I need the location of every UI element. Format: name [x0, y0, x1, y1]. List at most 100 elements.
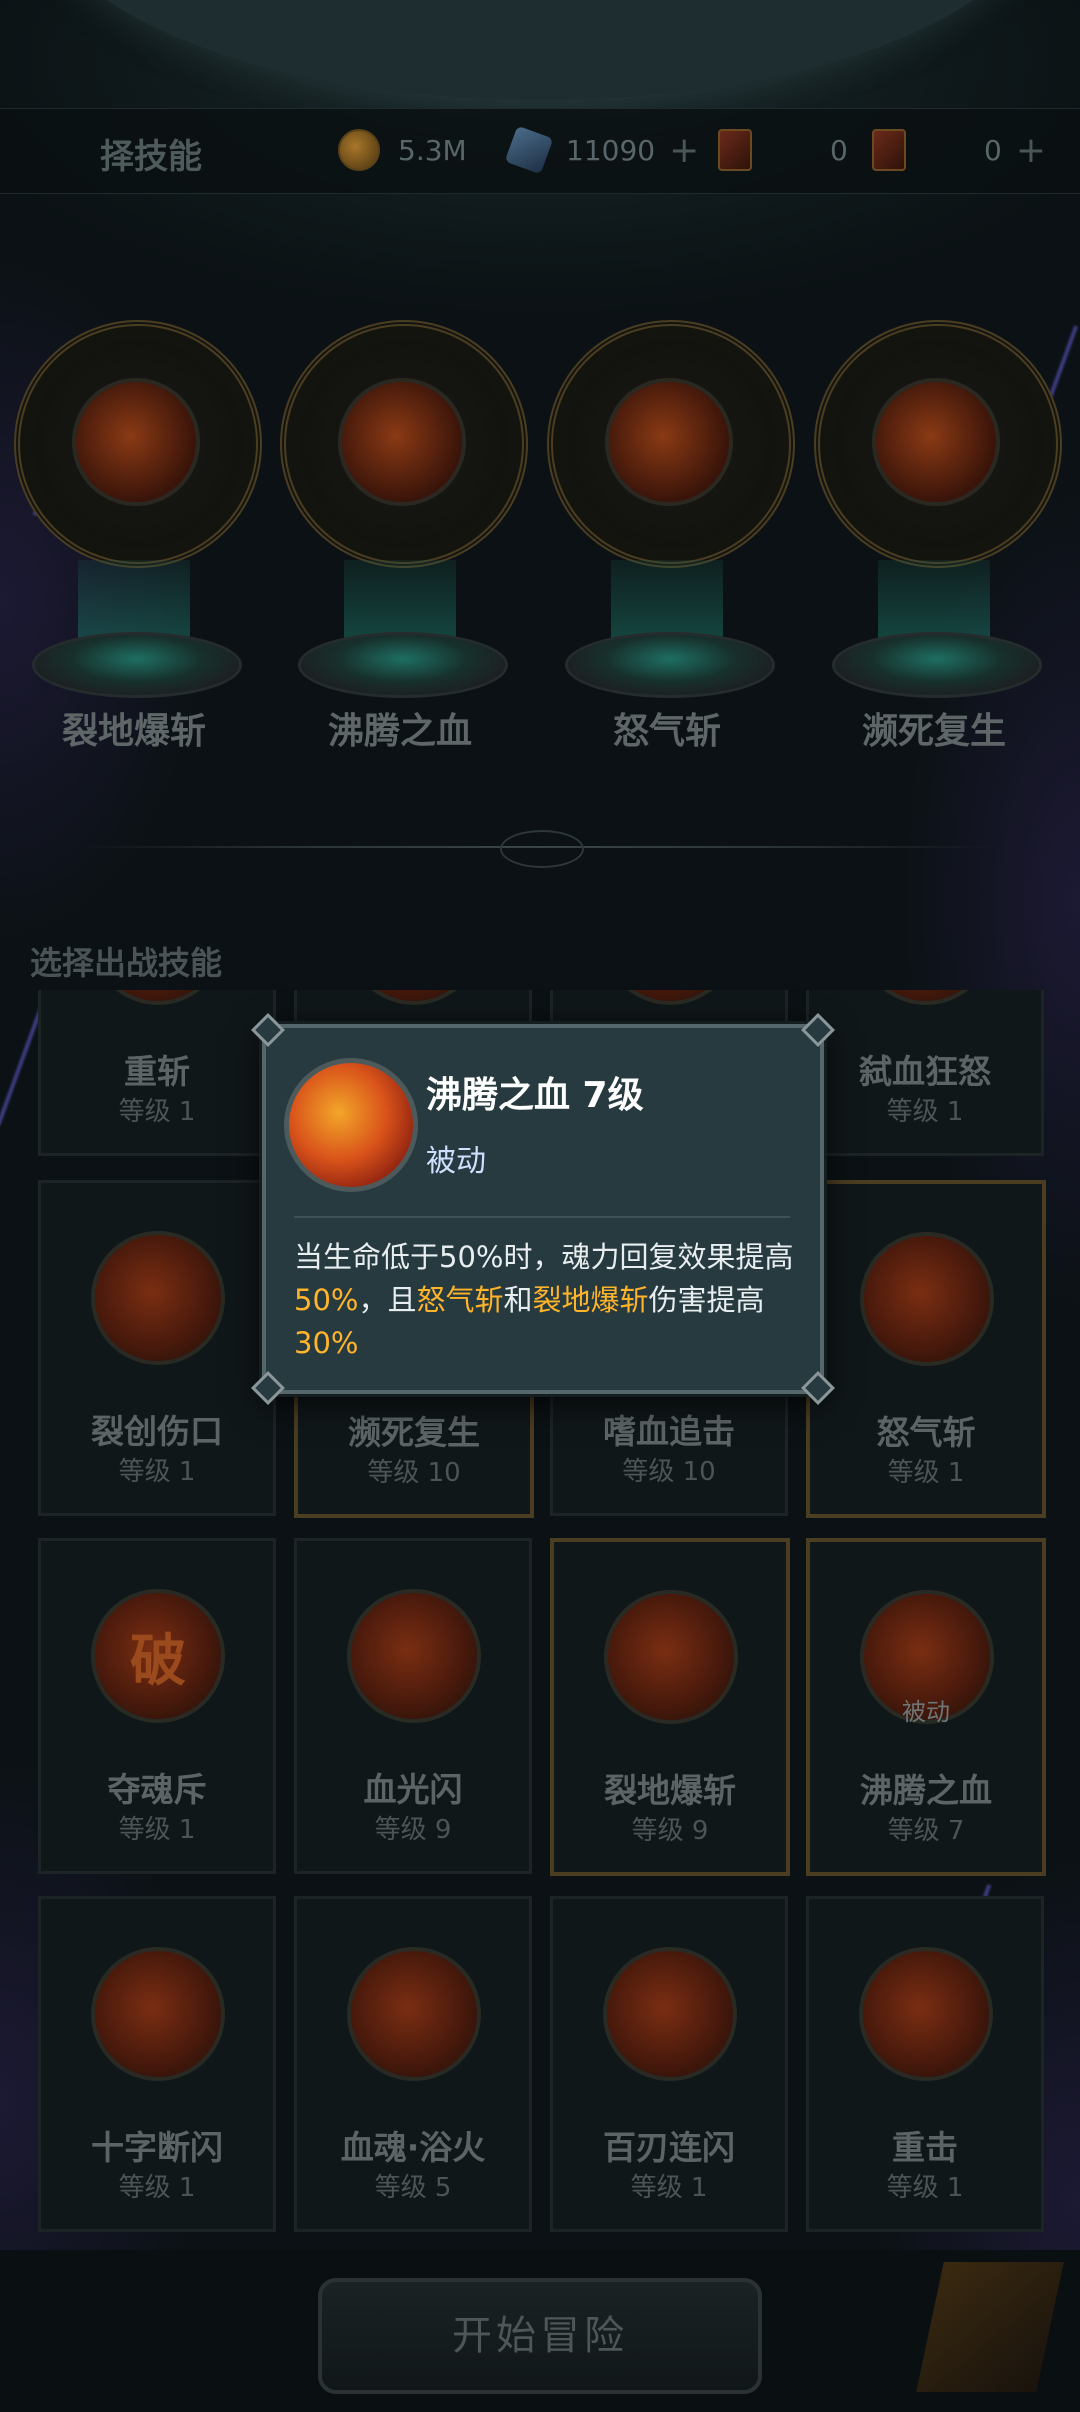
desc-text: 伤害提高: [648, 1283, 765, 1317]
skill-level: 等级 1: [118, 1815, 196, 1845]
skill-level: 等级 1: [118, 1097, 196, 1127]
slot-label: 怒气斩: [612, 711, 721, 752]
skill-name: 沸腾之血: [860, 1771, 992, 1810]
skill-name: 百刃连闪: [603, 2128, 735, 2167]
card-value: 0: [830, 133, 848, 167]
skill-card[interactable]: 裂创伤口 等级 1: [38, 1180, 276, 1516]
pedestal: [298, 632, 508, 698]
skill-level: 等级 9: [374, 1815, 452, 1845]
tooltip-divider: [294, 1216, 790, 1218]
skill-icon: [605, 378, 733, 506]
slot-label: 濒死复生: [861, 711, 1006, 752]
skill-level: 等级 1: [886, 1097, 964, 1127]
skill-card[interactable]: 裂地爆斩 等级 9: [550, 1538, 790, 1876]
add-scroll-button[interactable]: +: [1016, 130, 1046, 171]
add-gem-button[interactable]: +: [669, 130, 699, 171]
skill-level: 等级 1: [118, 2173, 196, 2203]
slot-label: 沸腾之血: [327, 711, 472, 752]
skill-icon: [603, 1947, 737, 2081]
skill-name: 嗜血追击: [603, 1412, 735, 1451]
skill-name: 重击: [892, 2128, 958, 2167]
tooltip-title: 沸腾之血 7级: [426, 1075, 644, 1116]
skill-level: 等级 1: [887, 1458, 965, 1488]
skill-icon: [860, 1232, 994, 1366]
skill-icon: [859, 990, 993, 1005]
skill-card[interactable]: 百刃连闪 等级 1: [550, 1896, 788, 2232]
skill-level: 等级 7: [887, 1816, 965, 1846]
gem-value: 11090: [566, 133, 656, 167]
skill-icon: [347, 1947, 481, 2081]
equipped-slot-1[interactable]: 裂地爆斩: [14, 320, 262, 770]
skill-level: 等级 10: [367, 1458, 461, 1488]
skill-level: 等级 9: [631, 1816, 709, 1846]
resource-bar: 择技能 5.3M 11090 + 0 0 +: [0, 108, 1080, 194]
skill-name: 重斩: [124, 1052, 190, 1091]
scroll-icon: [872, 129, 906, 171]
skill-level: 等级 10: [622, 1457, 716, 1487]
magic-circle: [814, 320, 1062, 568]
skill-icon: [347, 990, 481, 1005]
gold-value: 5.3M: [398, 133, 467, 167]
skill-level: 等级 1: [886, 2173, 964, 2203]
skill-name: 濒死复生: [348, 1413, 480, 1452]
ornament-center: [500, 830, 584, 868]
desc-text: ，且: [358, 1283, 417, 1317]
skill-icon: [859, 1947, 993, 2081]
card-resource: 0: [718, 127, 848, 173]
skill-card[interactable]: 被动 沸腾之血 等级 7: [806, 1538, 1046, 1876]
skill-level: 等级 1: [118, 1457, 196, 1487]
slot-label: 裂地爆斩: [61, 711, 206, 752]
desc-text: 和: [503, 1283, 533, 1317]
skill-name: 夺魂斥: [107, 1770, 207, 1809]
equipped-slot-3[interactable]: 怒气斩: [547, 320, 795, 770]
card-icon: [718, 129, 752, 171]
skill-name: 裂创伤口: [91, 1412, 223, 1451]
skill-level: 等级 1: [630, 2173, 708, 2203]
skill-name: 裂地爆斩: [604, 1771, 736, 1810]
pedestal: [832, 632, 1042, 698]
magic-circle: [280, 320, 528, 568]
desc-highlight: 50%: [294, 1283, 359, 1317]
skill-card[interactable]: 弑血狂怒 等级 1: [806, 990, 1044, 1156]
skill-card[interactable]: 怒气斩 等级 1: [806, 1180, 1046, 1518]
skill-name: 血光闪: [363, 1770, 463, 1809]
skill-icon: [338, 378, 466, 506]
skill-icon: [284, 1058, 418, 1192]
skill-card[interactable]: 血光闪 等级 9: [294, 1538, 532, 1874]
start-adventure-button[interactable]: 开始冒险: [318, 2278, 762, 2394]
tooltip-description: 当生命低于50%时，魂力回复效果提高 50%，且怒气斩和裂地爆斩伤害提高 30%: [294, 1236, 794, 1365]
skill-name: 弑血狂怒: [859, 1052, 991, 1091]
skill-icon: [347, 1589, 481, 1723]
crystal-icon: [504, 125, 554, 175]
skill-icon: 破: [91, 1589, 225, 1723]
pedestal: [565, 632, 775, 698]
equipped-slot-2[interactable]: 沸腾之血: [280, 320, 528, 770]
scroll-resource: 0 +: [872, 127, 1046, 173]
skill-icon: [91, 1231, 225, 1365]
skill-card[interactable]: 破 夺魂斥 等级 1: [38, 1538, 276, 1874]
skill-card[interactable]: 重斩 等级 1: [38, 990, 276, 1156]
skill-name: 十字断闪: [91, 2128, 223, 2167]
desc-highlight: 怒气斩: [416, 1283, 504, 1317]
desc-text: 当生命低于50%时，魂力回复效果提高: [294, 1240, 794, 1274]
pedestal: [32, 632, 242, 698]
skill-level: 等级 5: [374, 2173, 452, 2203]
skill-icon: [72, 378, 200, 506]
tooltip-skill-type: 被动: [426, 1144, 486, 1179]
skill-card[interactable]: 十字断闪 等级 1: [38, 1896, 276, 2232]
passive-tag: 被动: [902, 1698, 950, 1726]
skill-name: 血魂·浴火: [340, 2128, 486, 2167]
skill-icon: [604, 1590, 738, 1724]
skill-icon: [872, 378, 1000, 506]
equipped-slot-4[interactable]: 濒死复生: [814, 320, 1062, 770]
gold-resource: 5.3M: [338, 127, 467, 173]
skill-card[interactable]: 重击 等级 1: [806, 1896, 1044, 2232]
skill-tooltip: 沸腾之血 7级 被动 当生命低于50%时，魂力回复效果提高 50%，且怒气斩和裂地…: [251, 1013, 835, 1405]
desc-highlight: 30%: [294, 1326, 359, 1360]
page-title: 择技能: [100, 137, 202, 177]
skill-icon: [603, 990, 737, 1005]
skill-icon: [91, 990, 225, 1005]
select-skills-label: 选择出战技能: [30, 944, 223, 982]
scroll-value: 0: [984, 133, 1002, 167]
skill-card[interactable]: 血魂·浴火 等级 5: [294, 1896, 532, 2232]
